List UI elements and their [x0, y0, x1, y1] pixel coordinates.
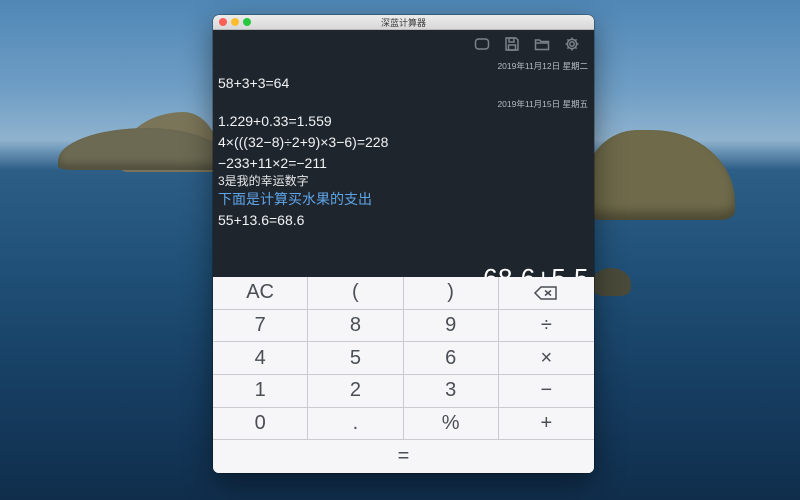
history-date: 2019年11月12日 星期二 [497, 61, 588, 71]
digit-1-button[interactable]: 1 [213, 375, 309, 408]
digit-9-button[interactable]: 9 [403, 309, 499, 343]
sea-rock [593, 268, 631, 296]
clear-button[interactable]: AC [213, 277, 309, 310]
history-note[interactable]: 3是我的幸运数字 [218, 174, 588, 189]
calculator-window: 深蓝计算器 2019年11月12日 星期二 58+3+3=64 2019年11月… [213, 15, 594, 473]
digit-7-button[interactable]: 7 [213, 309, 309, 343]
digit-2-button[interactable]: 2 [308, 375, 404, 408]
divide-button[interactable]: ÷ [498, 309, 594, 343]
keypad: AC ( ) 7 8 9 ÷ 4 5 6 × 1 2 3 − 0 . % + = [213, 277, 594, 473]
display-area: 2019年11月12日 星期二 58+3+3=64 2019年11月15日 星期… [213, 30, 594, 293]
save-icon[interactable] [502, 34, 522, 54]
digit-4-button[interactable]: 4 [213, 342, 309, 375]
equals-button[interactable]: = [213, 440, 594, 473]
digit-8-button[interactable]: 8 [308, 309, 404, 343]
digit-6-button[interactable]: 6 [403, 342, 499, 375]
gear-icon[interactable] [562, 34, 582, 54]
screen-icon[interactable] [472, 34, 492, 54]
folder-icon[interactable] [532, 34, 552, 54]
toolbar [472, 34, 582, 54]
digit-0-button[interactable]: 0 [213, 407, 309, 441]
history-date: 2019年11月15日 星期五 [497, 99, 588, 109]
history-expression[interactable]: 58+3+3=64 [218, 73, 588, 94]
digit-5-button[interactable]: 5 [308, 342, 404, 375]
backspace-button[interactable] [498, 277, 594, 310]
title-bar[interactable]: 深蓝计算器 [213, 15, 594, 30]
backspace-icon [534, 286, 558, 300]
close-paren-button[interactable]: ) [403, 277, 499, 310]
decimal-point-button[interactable]: . [308, 407, 404, 441]
history-expression[interactable]: 1.229+0.33=1.559 [218, 111, 588, 132]
island-right [585, 130, 735, 220]
subtract-button[interactable]: − [498, 375, 594, 408]
history-expression[interactable]: 55+13.6=68.6 [218, 210, 588, 231]
history-expression[interactable]: −233+11×2=−211 [218, 153, 588, 174]
window-title: 深蓝计算器 [380, 18, 426, 28]
history-list: 2019年11月12日 星期二 58+3+3=64 2019年11月15日 星期… [218, 59, 588, 231]
open-paren-button[interactable]: ( [308, 277, 404, 310]
multiply-button[interactable]: × [498, 342, 594, 375]
add-button[interactable]: + [498, 407, 594, 441]
history-expression[interactable]: 4×(((32−8)÷2+9)×3−6)=228 [218, 132, 588, 153]
history-note-highlighted[interactable]: 下面是计算买水果的支出 [218, 189, 588, 210]
digit-3-button[interactable]: 3 [403, 375, 499, 408]
percent-button[interactable]: % [403, 407, 499, 441]
